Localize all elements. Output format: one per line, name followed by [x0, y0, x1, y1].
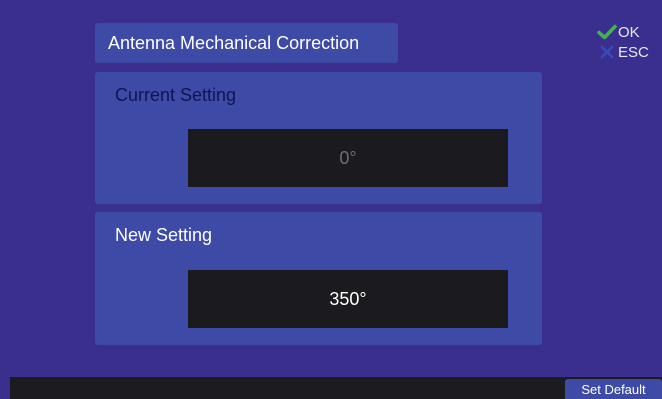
current-setting-value-box: 0° — [188, 129, 508, 187]
esc-key[interactable]: ESC — [596, 42, 662, 62]
x-icon — [596, 43, 618, 61]
esc-label: ESC — [618, 43, 649, 61]
new-setting-value-field[interactable]: 350° — [188, 270, 508, 328]
key-legend: OK ESC — [596, 22, 662, 62]
ok-label: OK — [618, 23, 640, 41]
new-setting-label: New Setting — [115, 225, 213, 245]
page-title: Antenna Mechanical Correction — [95, 23, 398, 63]
set-default-button[interactable]: Set Default — [565, 379, 662, 399]
new-setting-value: 350° — [329, 288, 367, 309]
current-setting-label: Current Setting — [115, 85, 237, 105]
page-title-text: Antenna Mechanical Correction — [108, 32, 360, 53]
ok-key[interactable]: OK — [596, 22, 662, 42]
current-setting-panel: Current Setting 0° — [95, 72, 542, 204]
current-setting-value: 0° — [339, 147, 357, 168]
check-icon — [596, 23, 618, 41]
set-default-label: Set Default — [581, 381, 646, 397]
new-setting-panel: New Setting 350° — [95, 212, 542, 345]
screen: Antenna Mechanical Correction OK ESC Cur… — [0, 0, 662, 399]
